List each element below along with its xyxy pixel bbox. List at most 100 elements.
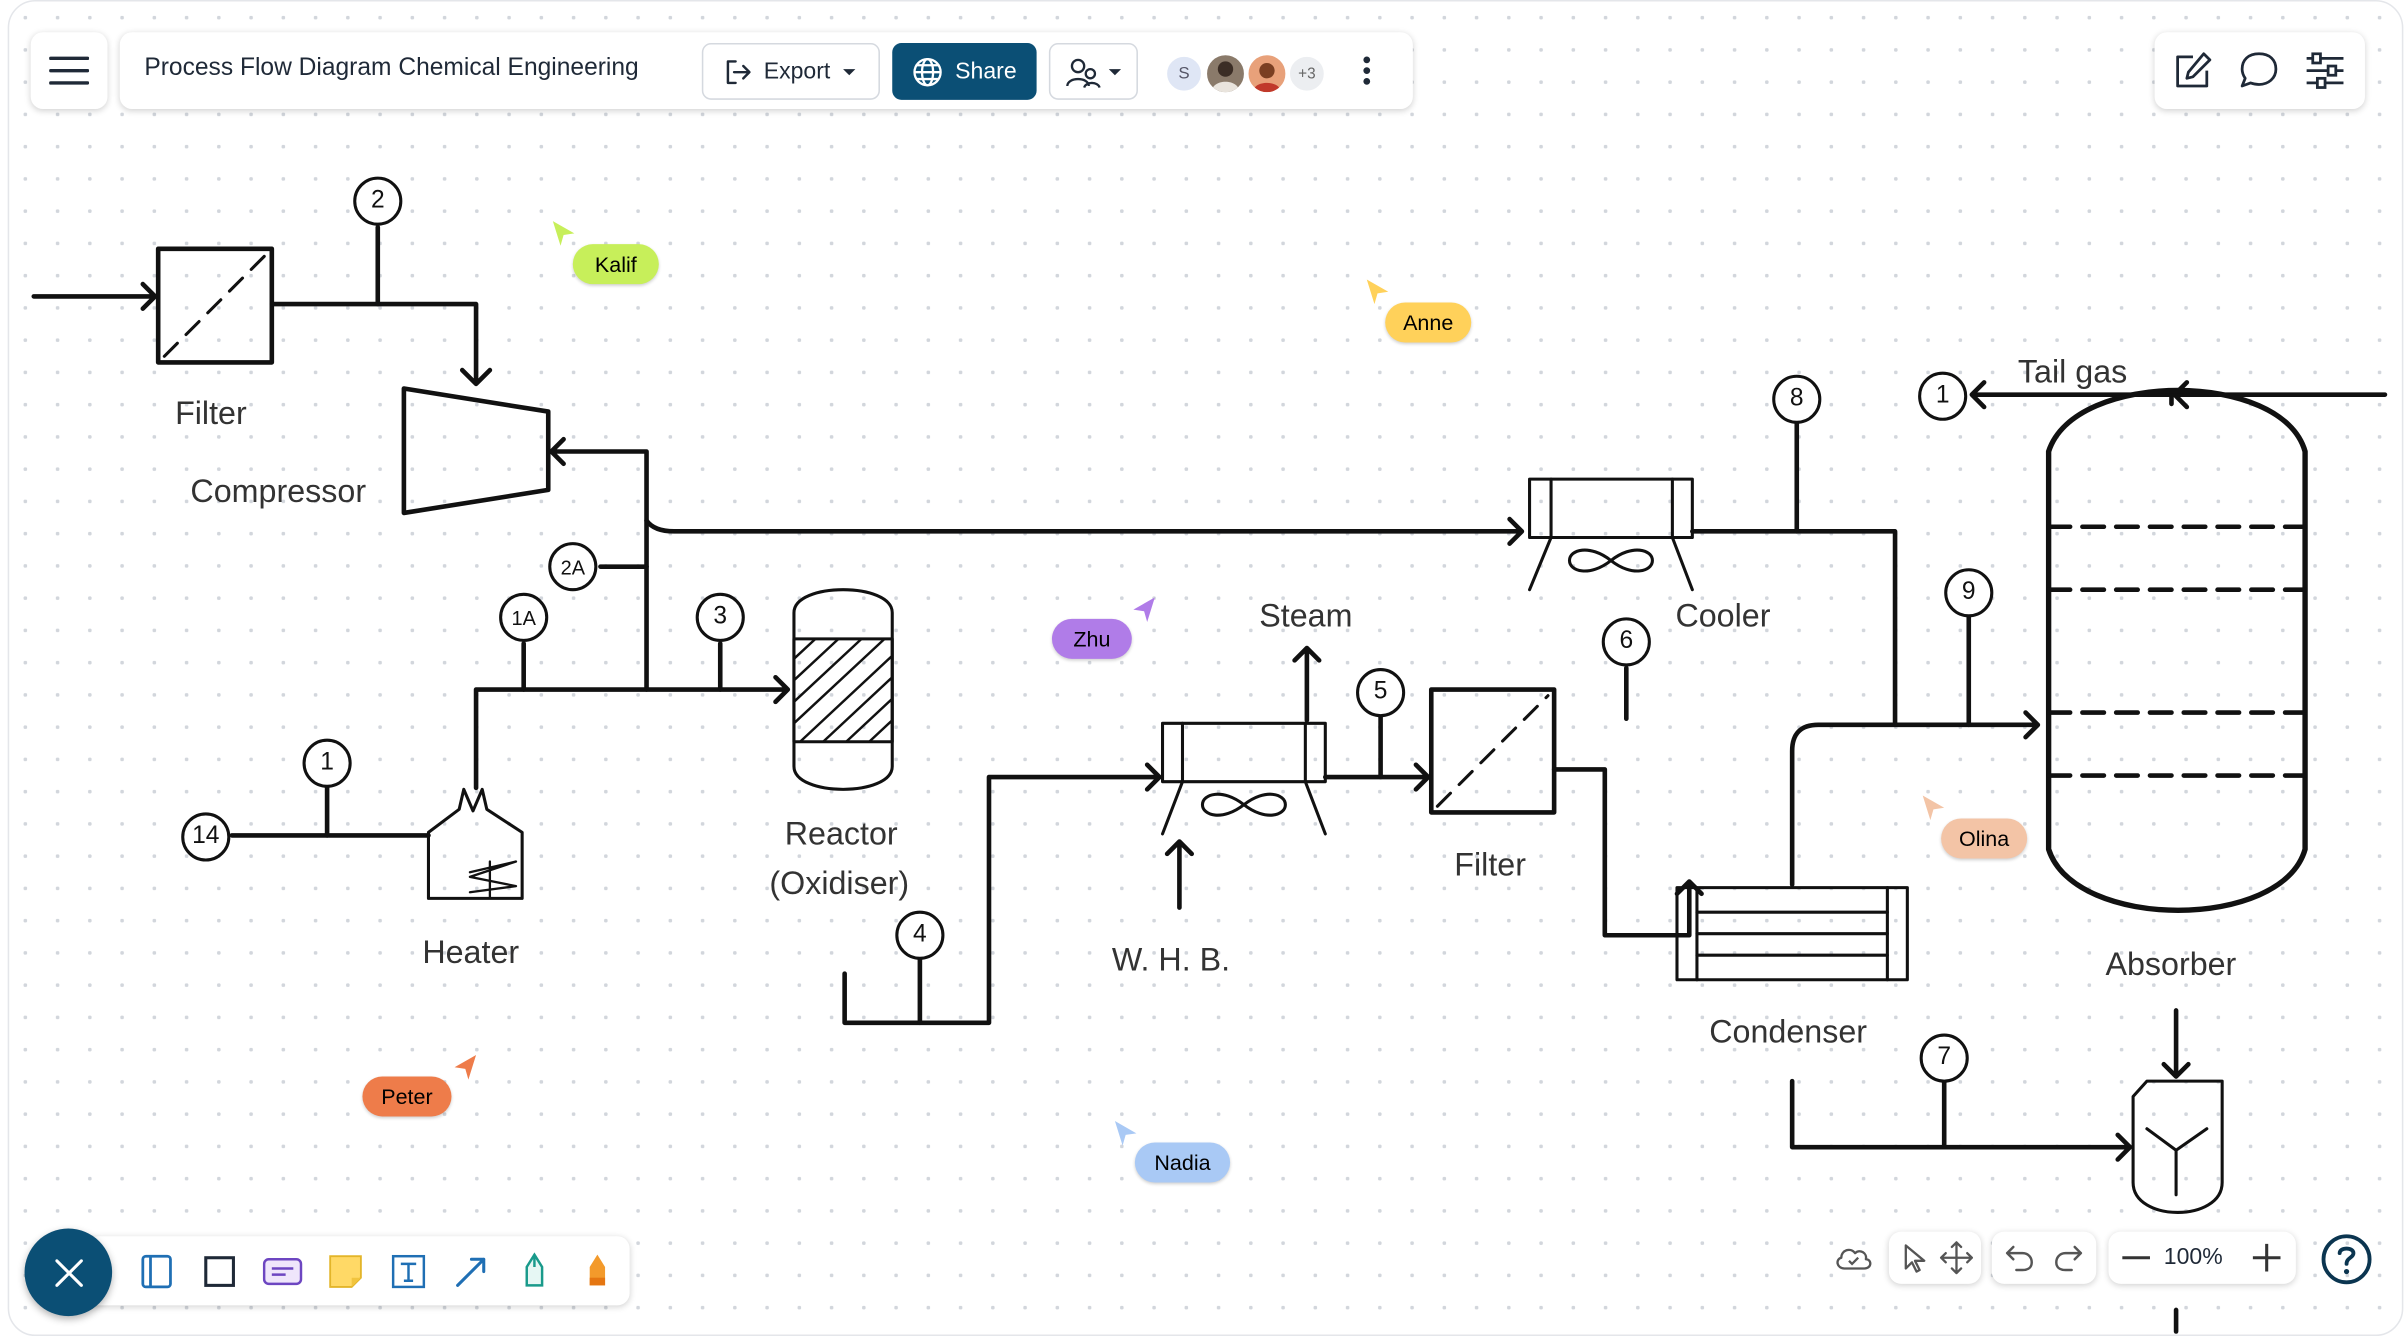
cursor-tag-nadia: Nadia: [1134, 1142, 1231, 1183]
minus-icon: [2122, 1256, 2150, 1260]
move-icon: [1939, 1241, 1973, 1275]
comments-button[interactable]: [2236, 49, 2282, 92]
cursor-anne-icon: [1366, 279, 1389, 305]
stream-bubble-2a[interactable]: 2A: [548, 542, 598, 592]
sticky-note-icon: [329, 1255, 362, 1288]
highlighter-icon: [589, 1254, 606, 1286]
close-toolbar-button[interactable]: [24, 1228, 113, 1317]
cooler-shape: [1528, 477, 1694, 540]
cursor-nadia-icon: [1114, 1121, 1137, 1146]
card-icon: [262, 1258, 303, 1286]
label-reactor: Reactor: [784, 816, 898, 853]
cursor-tag-kalif: Kalif: [572, 244, 659, 285]
pen-tool[interactable]: [514, 1252, 554, 1292]
select-tool[interactable]: [1895, 1238, 1935, 1278]
export-button[interactable]: Export: [701, 42, 880, 100]
label-filter-mid: Filter: [1454, 847, 1526, 884]
chevron-down-icon: [842, 68, 855, 75]
undo-button[interactable]: [1999, 1238, 2039, 1278]
label-cooler: Cooler: [1675, 598, 1771, 635]
cursor-tag-olina: Olina: [1941, 818, 2028, 859]
card-tool[interactable]: [262, 1252, 303, 1292]
more-collaborators-badge[interactable]: +3: [1286, 53, 1327, 94]
heater-shape: [426, 787, 524, 900]
redo-button[interactable]: [2049, 1238, 2089, 1278]
stream-bubble-9[interactable]: 9: [1944, 568, 1994, 618]
stream-bubble-4[interactable]: 4: [895, 910, 945, 960]
cursor-zhu-icon: [1133, 597, 1155, 622]
absorber-shape: [2045, 387, 2308, 913]
connector-tool[interactable]: [451, 1252, 491, 1292]
avatar-photo-icon: [1253, 62, 1281, 93]
avatar-initial[interactable]: S: [1164, 53, 1204, 94]
header-toolbar: Process Flow Diagram Chemical Engineerin…: [119, 32, 1413, 110]
document-title[interactable]: Process Flow Diagram Chemical Engineerin…: [144, 55, 638, 83]
stream-bubble-3[interactable]: 3: [695, 592, 745, 642]
help-icon: [2321, 1234, 2372, 1285]
sliders-icon: [2306, 52, 2344, 89]
highlighter-tool[interactable]: [577, 1252, 617, 1292]
people-icon: [1066, 57, 1101, 88]
history-controls: [1991, 1231, 2097, 1284]
more-options-button[interactable]: [1348, 51, 1385, 91]
stream-bubble-6[interactable]: 6: [1601, 617, 1651, 667]
stream-bubble-14[interactable]: 14: [181, 812, 231, 862]
label-steam: Steam: [1259, 598, 1353, 635]
cursor-arrow-icon: [1904, 1244, 1926, 1273]
cursor-olina-icon: [1922, 795, 1945, 821]
edit-icon: [2176, 52, 2212, 88]
undo-icon: [2005, 1245, 2033, 1272]
stream-bubble-8[interactable]: 8: [1772, 374, 1822, 424]
main-menu-button[interactable]: [30, 32, 108, 110]
cursor-tag-anne: Anne: [1385, 302, 1472, 343]
cursor-kalif-icon: [552, 221, 575, 246]
avatar-photo-icon: [1211, 61, 1240, 93]
export-label: Export: [763, 58, 831, 85]
sticky-note-tool[interactable]: [326, 1252, 366, 1292]
text-tool[interactable]: [389, 1252, 429, 1292]
redo-icon: [2055, 1245, 2083, 1272]
stream-bubble-5[interactable]: 5: [1356, 668, 1406, 718]
cloud-sync-status[interactable]: [1832, 1236, 1875, 1279]
text-box-icon: [391, 1254, 426, 1289]
rectangle-icon: [204, 1256, 235, 1287]
pan-tool[interactable]: [1937, 1238, 1977, 1278]
avatar-user-2[interactable]: [1245, 52, 1289, 96]
help-button[interactable]: [2319, 1232, 2374, 1287]
rectangle-tool[interactable]: [200, 1252, 240, 1292]
zoom-controls: 100%: [2108, 1231, 2296, 1284]
label-heater: Heater: [422, 935, 520, 971]
label-tail-gas: Tail gas: [2017, 354, 2128, 391]
label-whb: W. H. B.: [1111, 942, 1231, 979]
chevron-down-icon: [1108, 68, 1122, 75]
stream-bubble-1a[interactable]: 1A: [499, 592, 549, 642]
label-absorber: Absorber: [2105, 947, 2237, 983]
label-filter-top: Filter: [175, 396, 247, 432]
cursor-peter-icon: [454, 1055, 477, 1080]
pointer-controls: [1888, 1231, 1982, 1284]
label-condenser: Condenser: [1709, 1015, 1868, 1051]
collaboration-menu-button[interactable]: [1048, 42, 1138, 100]
stream-bubble-1-right[interactable]: 1: [1918, 371, 1968, 421]
hamburger-icon: [49, 56, 90, 85]
zoom-level[interactable]: 100%: [2164, 1244, 2223, 1270]
export-icon: [727, 59, 752, 84]
stream-bubble-1-left[interactable]: 1: [302, 738, 352, 788]
whb-shape: [1160, 721, 1327, 784]
zoom-in-button[interactable]: [2247, 1238, 2287, 1278]
share-label: Share: [955, 58, 1017, 85]
avatar-user-1[interactable]: [1203, 52, 1247, 96]
cursor-tag-zhu: Zhu: [1051, 618, 1132, 659]
settings-button[interactable]: [2302, 49, 2348, 92]
edit-button[interactable]: [2170, 49, 2216, 92]
stream-bubble-7[interactable]: 7: [1919, 1033, 1969, 1083]
comment-icon: [2240, 52, 2278, 88]
diagram-canvas[interactable]: Filter Compressor Heater Reactor (Oxidis…: [7, 0, 2404, 1337]
zoom-out-button[interactable]: [2116, 1238, 2156, 1278]
close-icon: [54, 1258, 83, 1287]
stream-bubble-2[interactable]: 2: [353, 176, 403, 226]
cloud-check-icon: [1836, 1248, 1872, 1270]
share-button[interactable]: Share: [892, 42, 1037, 100]
shape-library-tool[interactable]: [137, 1252, 177, 1292]
plus-icon: [2252, 1243, 2281, 1272]
